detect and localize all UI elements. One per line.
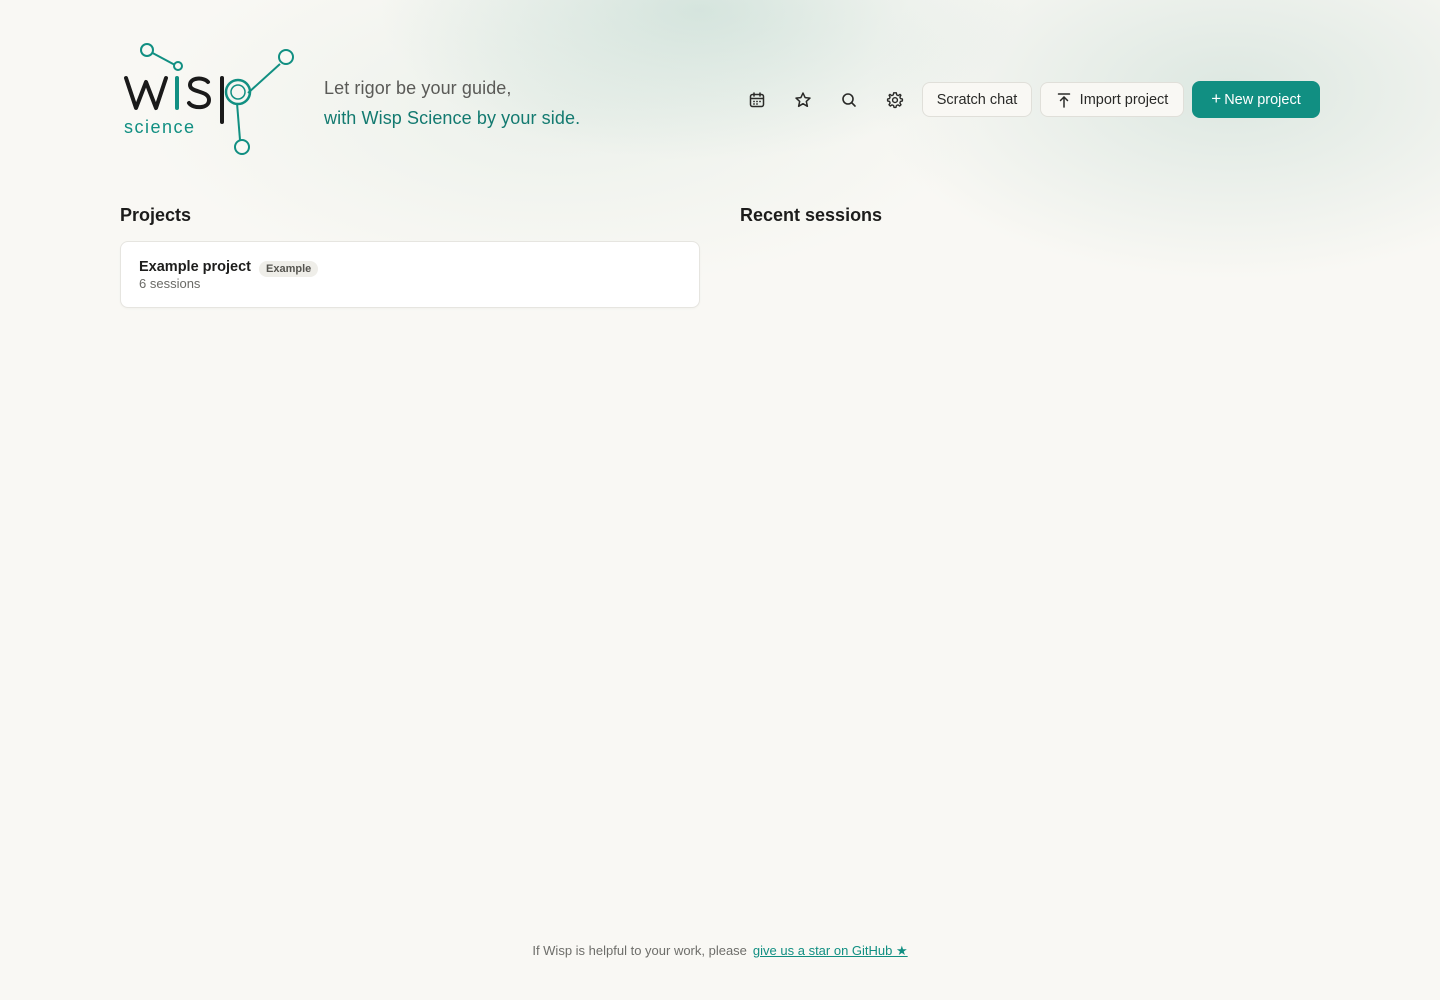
footer: If Wisp is helpful to your work, please g… bbox=[0, 943, 1440, 959]
search-icon bbox=[842, 92, 856, 107]
recent-sessions-heading: Recent sessions bbox=[740, 205, 883, 225]
example-badge: Example bbox=[259, 261, 319, 277]
logo-subtitle: science bbox=[124, 117, 196, 137]
upload-icon bbox=[1057, 92, 1070, 108]
search-button[interactable] bbox=[831, 81, 867, 118]
scratch-chat-button[interactable]: Scratch chat bbox=[922, 82, 1032, 117]
new-project-label: New project bbox=[1224, 91, 1301, 108]
new-project-button[interactable]: + New project bbox=[1192, 81, 1320, 118]
header-toolbar: Scratch chat Import project + New projec… bbox=[0, 81, 1440, 118]
gear-icon bbox=[886, 91, 904, 108]
home-page: science Let rigor be your guide, with Wi… bbox=[0, 0, 1440, 1000]
settings-button[interactable] bbox=[877, 81, 913, 118]
favorites-button[interactable] bbox=[785, 81, 821, 118]
project-session-count: 6 sessions bbox=[139, 276, 201, 291]
calendar-button[interactable] bbox=[739, 81, 775, 118]
footer-text: If Wisp is helpful to your work, please bbox=[532, 943, 747, 958]
project-name: Example project bbox=[139, 259, 252, 275]
plus-icon: + bbox=[1211, 89, 1222, 108]
github-star-link[interactable]: give us a star on GitHub ★ bbox=[753, 943, 908, 958]
scratch-chat-label: Scratch chat bbox=[936, 91, 1018, 108]
import-project-button[interactable]: Import project bbox=[1040, 82, 1184, 117]
import-project-label: Import project bbox=[1079, 91, 1169, 108]
calendar-icon bbox=[749, 91, 765, 107]
project-card[interactable]: Example project Example 6 sessions bbox=[120, 241, 700, 308]
star-icon bbox=[795, 91, 811, 107]
projects-heading: Projects bbox=[120, 205, 192, 225]
